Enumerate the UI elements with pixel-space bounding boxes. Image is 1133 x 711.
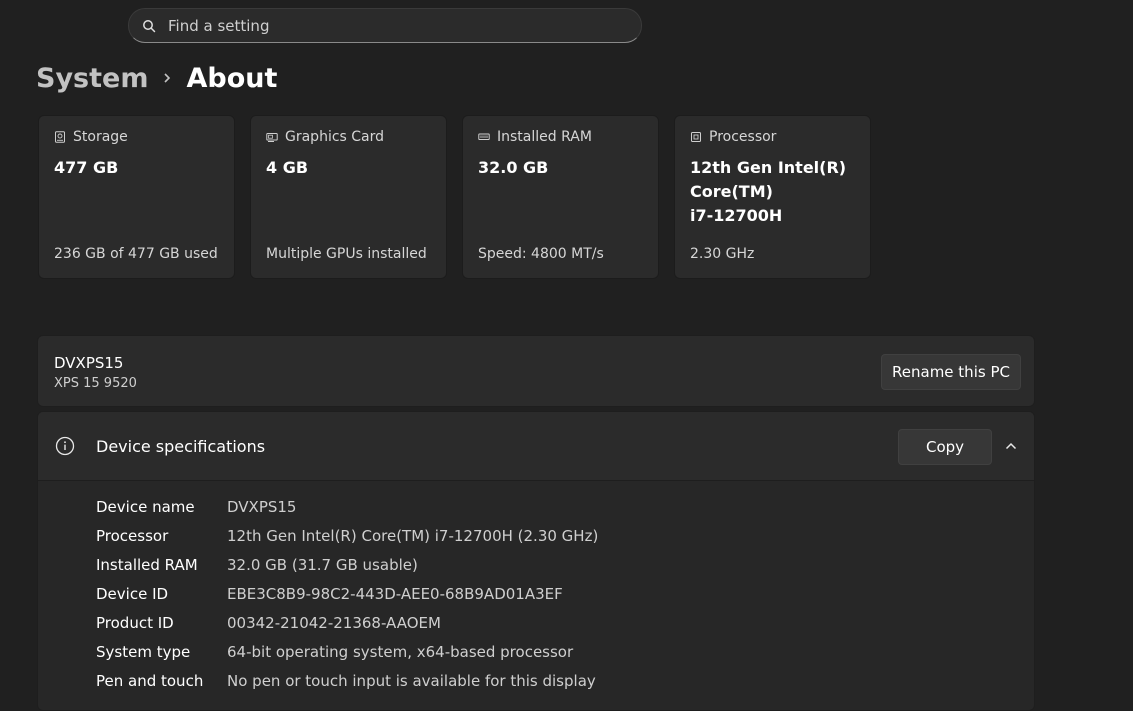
spec-value: 12th Gen Intel(R) Core(TM) i7-12700H (2.… [227,526,599,545]
spec-key: System type [96,642,191,661]
card-title: Installed RAM [497,129,592,145]
spec-row: Device ID EBE3C8B9-98C2-443D-AEE0-68B9AD0… [96,579,598,608]
spec-row: Processor 12th Gen Intel(R) Core(TM) i7-1… [96,521,598,550]
card-subtitle: Multiple GPUs installed [266,246,427,262]
spec-row: Pen and touch No pen or touch input is av… [96,666,598,695]
copy-button[interactable]: Copy [898,429,992,465]
pc-name: DVXPS15 [54,354,124,372]
search-icon [142,19,156,33]
card-value-line: Core(TM) [690,182,773,201]
spec-value: EBE3C8B9-98C2-443D-AEE0-68B9AD01A3EF [227,584,563,603]
storage-card[interactable]: Storage 477 GB 236 GB of 477 GB used [38,115,235,279]
spec-key: Pen and touch [96,671,204,690]
storage-icon [54,131,66,143]
chevron-right-icon [162,72,172,84]
card-value-line: i7-12700H [690,206,783,225]
device-specifications-title: Device specifications [96,437,266,456]
info-icon [55,436,75,456]
device-specifications-header[interactable]: Device specifications Copy [38,412,1034,481]
breadcrumb-system[interactable]: System [36,63,148,94]
spec-value: 00342-21042-21368-AAOEM [227,613,441,632]
card-subtitle: 2.30 GHz [690,246,755,262]
card-title: Storage [73,129,128,145]
chevron-up-icon[interactable] [1004,439,1018,453]
pc-model: XPS 15 9520 [54,376,137,391]
spec-value: No pen or touch input is available for t… [227,671,596,690]
spec-row: Installed RAM 32.0 GB (31.7 GB usable) [96,550,598,579]
ram-icon [478,131,490,143]
card-value-line: 12th Gen Intel(R) [690,158,847,177]
card-value: 4 GB [266,158,309,177]
processor-card[interactable]: Processor 12th Gen Intel(R) Core(TM) i7-… [674,115,871,279]
spec-key: Device name [96,497,195,516]
page-title: About [186,62,278,94]
rename-pc-button[interactable]: Rename this PC [881,354,1021,390]
search-input[interactable] [168,16,608,35]
spec-value: DVXPS15 [227,497,297,516]
search-box[interactable] [128,8,642,43]
spec-key: Installed RAM [96,555,198,574]
spec-rows: Device name DVXPS15 Processor 12th Gen Int… [96,492,598,695]
spec-value: 32.0 GB (31.7 GB usable) [227,555,418,574]
card-title: Processor [709,129,777,145]
device-specifications-panel: Device specifications Copy Device name DV… [37,411,1035,711]
spec-key: Device ID [96,584,169,603]
card-subtitle: Speed: 4800 MT/s [478,246,604,262]
spec-key: Product ID [96,613,174,632]
graphics-card-card[interactable]: Graphics Card 4 GB Multiple GPUs install… [250,115,447,279]
card-title: Graphics Card [285,129,385,145]
graphics-card-icon [266,131,278,143]
processor-icon [690,131,702,143]
breadcrumb: System About [36,58,277,98]
spec-value: 64-bit operating system, x64-based proce… [227,642,574,661]
spec-row: Product ID 00342-21042-21368-AAOEM [96,608,598,637]
card-subtitle: 236 GB of 477 GB used [54,246,218,262]
installed-ram-card[interactable]: Installed RAM 32.0 GB Speed: 4800 MT/s [462,115,659,279]
card-value: 32.0 GB [478,158,549,177]
spec-row: System type 64-bit operating system, x64-… [96,637,598,666]
spec-row: Device name DVXPS15 [96,492,598,521]
spec-key: Processor [96,526,169,545]
card-value: 477 GB [54,158,119,177]
pc-name-row: DVXPS15 XPS 15 9520 Rename this PC [37,335,1035,407]
